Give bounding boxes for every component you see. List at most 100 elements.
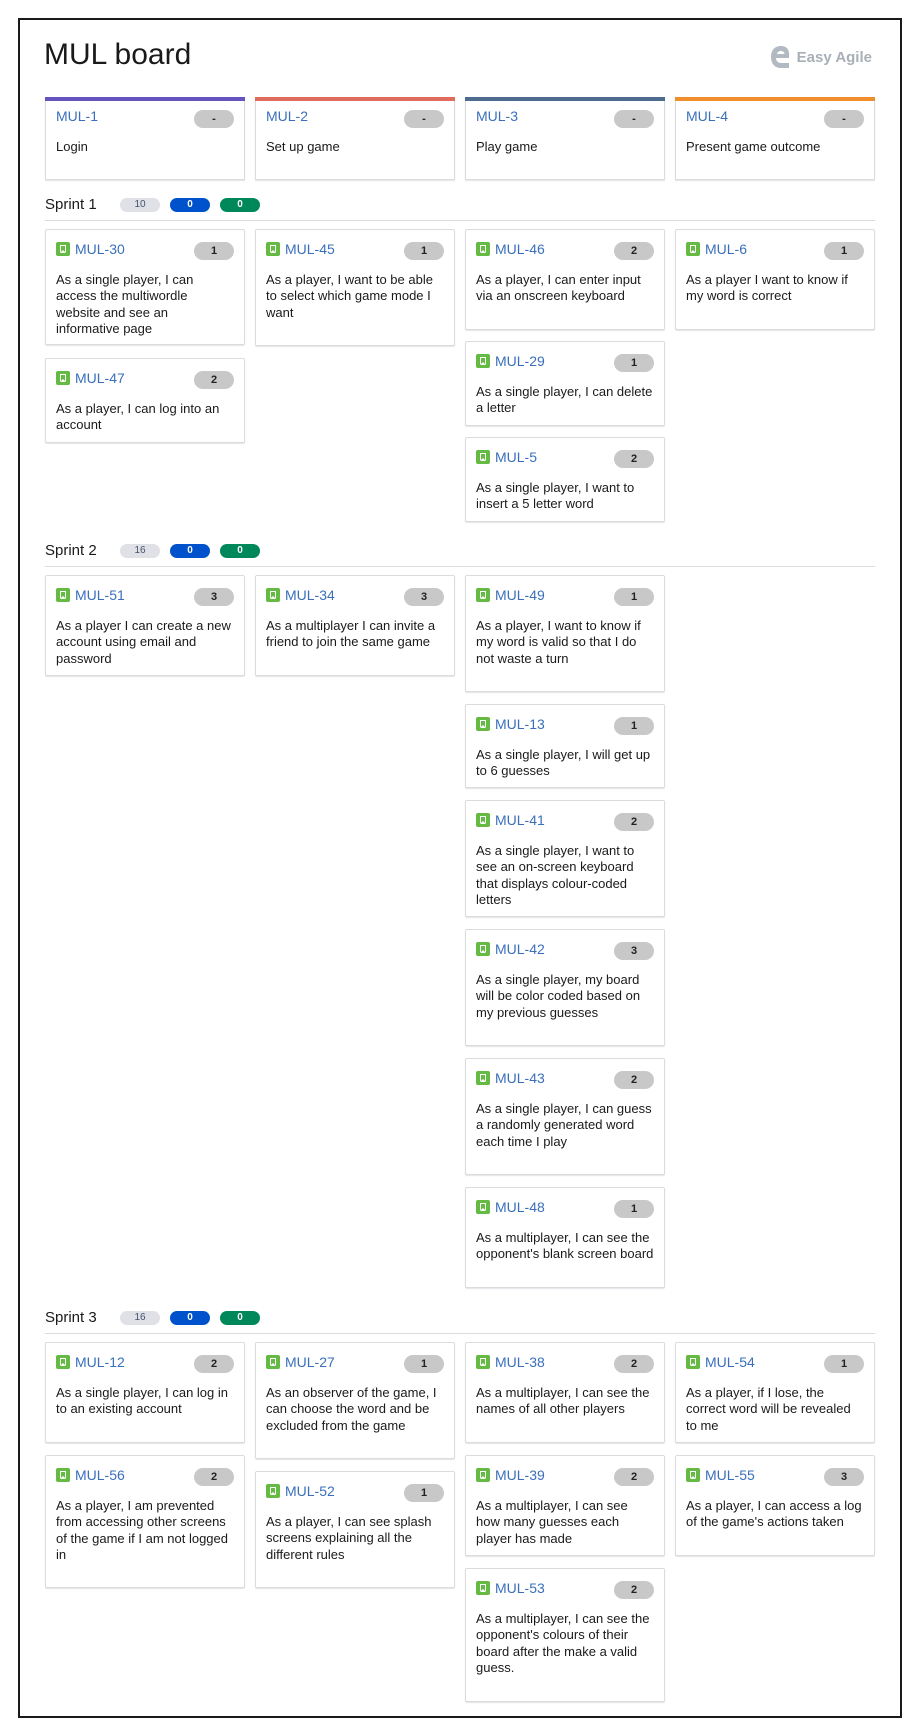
story-icon [266,1355,280,1369]
story-card[interactable]: MUL-27 1 As an observer of the game, I c… [255,1342,455,1459]
issue-key-text[interactable]: MUL-45 [285,241,335,257]
issue-key[interactable]: MUL-6 [686,241,747,257]
issue-key-text[interactable]: MUL-13 [495,716,545,732]
story-points-badge: 1 [614,1200,654,1218]
story-icon [686,1355,700,1369]
story-card[interactable]: MUL-51 3 As a player I can create a new … [45,575,245,676]
story-card[interactable]: MUL-47 2 As a player, I can log into an … [45,358,245,443]
story-card[interactable]: MUL-54 1 As a player, if I lose, the cor… [675,1342,875,1443]
issue-key[interactable]: MUL-27 [266,1354,335,1370]
issue-key-text[interactable]: MUL-5 [495,449,537,465]
issue-key[interactable]: MUL-5 [476,449,537,465]
issue-summary: As a player, I can log into an account [56,401,220,433]
issue-key[interactable]: MUL-42 [476,941,545,957]
story-card[interactable]: MUL-41 2 As a single player, I want to s… [465,800,665,917]
story-card[interactable]: MUL-39 2 As a multiplayer, I can see how… [465,1455,665,1556]
issue-key[interactable]: MUL-53 [476,1580,545,1596]
issue-key-text[interactable]: MUL-55 [705,1467,755,1483]
epic-key[interactable]: MUL-2 [266,108,308,124]
story-icon [686,242,700,256]
issue-key-text[interactable]: MUL-30 [75,241,125,257]
issue-key[interactable]: MUL-34 [266,587,335,603]
issue-key[interactable]: MUL-51 [56,587,125,603]
issue-key[interactable]: MUL-30 [56,241,125,257]
story-card[interactable]: MUL-49 1 As a player, I want to know if … [465,575,665,692]
epic-card[interactable]: MUL-1 - Login [45,97,245,180]
issue-key-text[interactable]: MUL-52 [285,1483,335,1499]
todo-points-badge: 16 [120,1311,160,1325]
issue-key[interactable]: MUL-41 [476,812,545,828]
issue-key-text[interactable]: MUL-49 [495,587,545,603]
issue-key-text[interactable]: MUL-53 [495,1580,545,1596]
issue-key[interactable]: MUL-47 [56,370,125,386]
story-card[interactable]: MUL-52 1 As a player, I can see splash s… [255,1471,455,1588]
epic-key[interactable]: MUL-1 [56,108,98,124]
issue-key-text[interactable]: MUL-42 [495,941,545,957]
story-card[interactable]: MUL-5 2 As a single player, I want to in… [465,437,665,522]
story-card[interactable]: MUL-55 3 As a player, I can access a log… [675,1455,875,1556]
issue-key-text[interactable]: MUL-27 [285,1354,335,1370]
story-card[interactable]: MUL-45 1 As a player, I want to be able … [255,229,455,346]
issue-key-text[interactable]: MUL-34 [285,587,335,603]
story-card[interactable]: MUL-46 2 As a player, I can enter input … [465,229,665,330]
issue-key-text[interactable]: MUL-38 [495,1354,545,1370]
story-card[interactable]: MUL-42 3 As a single player, my board wi… [465,929,665,1046]
issue-key-text[interactable]: MUL-12 [75,1354,125,1370]
issue-key[interactable]: MUL-56 [56,1467,125,1483]
issue-summary: As a multiplayer I can invite a friend t… [266,618,436,650]
sprint-header: Sprint 2 16 0 0 [45,542,875,567]
issue-key[interactable]: MUL-29 [476,353,545,369]
story-points-badge: - [824,110,864,128]
issue-key-text[interactable]: MUL-54 [705,1354,755,1370]
issue-key[interactable]: MUL-12 [56,1354,125,1370]
story-card[interactable]: MUL-13 1 As a single player, I will get … [465,704,665,788]
epic-key[interactable]: MUL-4 [686,108,728,124]
done-points-badge: 0 [220,1311,260,1325]
story-card[interactable]: MUL-48 1 As a multiplayer, I can see the… [465,1187,665,1288]
story-card[interactable]: MUL-38 2 As a multiplayer, I can see the… [465,1342,665,1443]
story-card[interactable]: MUL-12 2 As a single player, I can log i… [45,1342,245,1443]
story-card[interactable]: MUL-34 3 As a multiplayer I can invite a… [255,575,455,676]
issue-summary: As a player, I can see splash screens ex… [266,1514,432,1562]
story-card[interactable]: MUL-30 1 As a single player, I can acces… [45,229,245,345]
issue-key[interactable]: MUL-46 [476,241,545,257]
epic-key[interactable]: MUL-3 [476,108,518,124]
issue-key-text[interactable]: MUL-56 [75,1467,125,1483]
issue-summary: As a player, I can access a log of the g… [686,1498,862,1530]
issue-key-text[interactable]: MUL-43 [495,1070,545,1086]
issue-key-text[interactable]: MUL-48 [495,1199,545,1215]
story-card[interactable]: MUL-56 2 As a player, I am prevented fro… [45,1455,245,1588]
done-points-badge: 0 [220,198,260,212]
issue-key-text[interactable]: MUL-46 [495,241,545,257]
issue-key[interactable]: MUL-13 [476,716,545,732]
issue-key-text[interactable]: MUL-47 [75,370,125,386]
story-points-badge: 2 [614,813,654,831]
story-icon [476,942,490,956]
issue-key[interactable]: MUL-39 [476,1467,545,1483]
issue-key-text[interactable]: MUL-6 [705,241,747,257]
story-icon [56,1468,70,1482]
issue-key[interactable]: MUL-38 [476,1354,545,1370]
issue-key[interactable]: MUL-43 [476,1070,545,1086]
sprint-name: Sprint 1 [45,196,97,213]
issue-key-text[interactable]: MUL-41 [495,812,545,828]
epic-card[interactable]: MUL-3 - Play game [465,97,665,180]
epic-card[interactable]: MUL-2 - Set up game [255,97,455,180]
story-card[interactable]: MUL-29 1 As a single player, I can delet… [465,341,665,426]
story-icon [476,1355,490,1369]
issue-key[interactable]: MUL-54 [686,1354,755,1370]
issue-key-text[interactable]: MUL-51 [75,587,125,603]
story-card[interactable]: MUL-43 2 As a single player, I can guess… [465,1058,665,1175]
epic-card[interactable]: MUL-4 - Present game outcome [675,97,875,180]
issue-key-text[interactable]: MUL-39 [495,1467,545,1483]
issue-key[interactable]: MUL-48 [476,1199,545,1215]
issue-key[interactable]: MUL-52 [266,1483,335,1499]
issue-key[interactable]: MUL-45 [266,241,335,257]
issue-key-text[interactable]: MUL-29 [495,353,545,369]
issue-key[interactable]: MUL-49 [476,587,545,603]
story-card[interactable]: MUL-53 2 As a multiplayer, I can see the… [465,1568,665,1702]
story-points-badge: 3 [194,588,234,606]
issue-key[interactable]: MUL-55 [686,1467,755,1483]
story-card[interactable]: MUL-6 1 As a player I want to know if my… [675,229,875,330]
story-points-badge: 1 [404,242,444,260]
